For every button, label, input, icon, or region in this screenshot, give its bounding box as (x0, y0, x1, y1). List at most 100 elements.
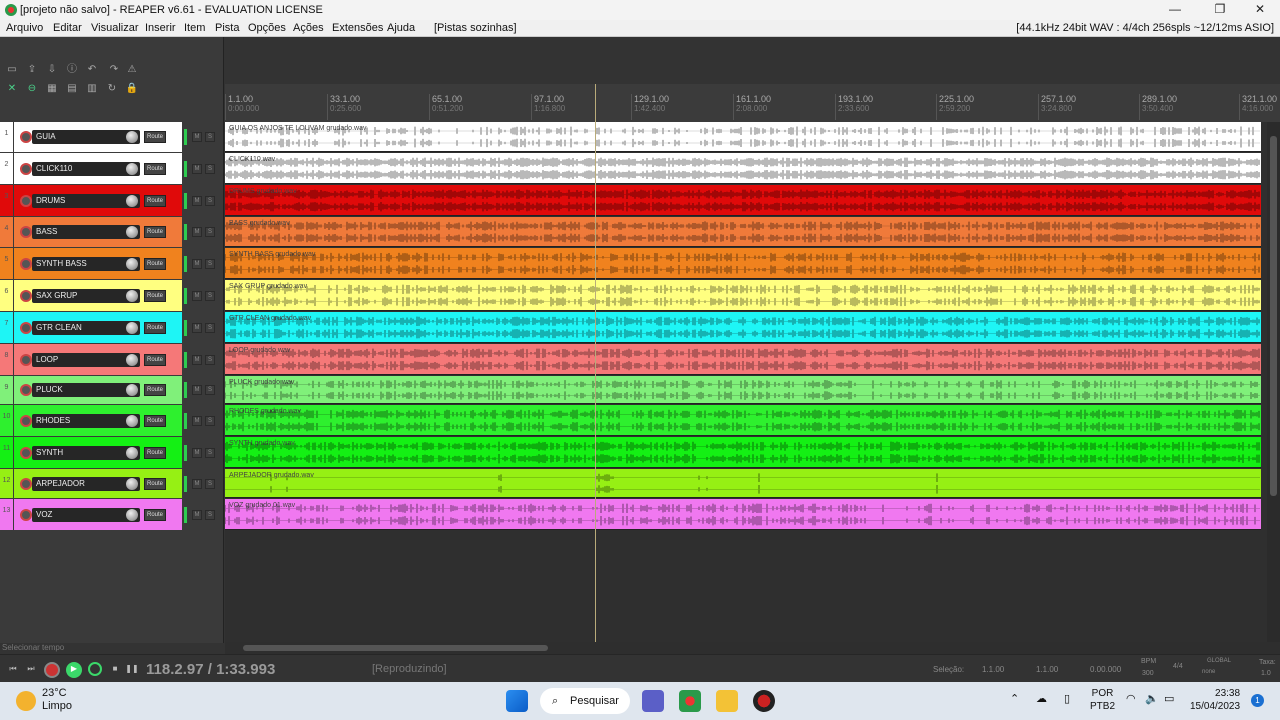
go-to-start-icon[interactable]: ⏮ (6, 662, 20, 676)
volume-knob[interactable] (126, 321, 138, 334)
solo-button[interactable]: S (205, 509, 215, 520)
lock-icon[interactable]: 🔒 (124, 82, 140, 96)
file-explorer-icon[interactable] (716, 690, 738, 712)
record-arm-button[interactable] (20, 226, 32, 238)
track-name[interactable]: PLUCK (32, 383, 140, 397)
ripple-edit-icon[interactable]: ✕ (4, 82, 20, 96)
route-button[interactable]: Route (144, 131, 166, 143)
menu-arquivo[interactable]: Arquivo (6, 22, 43, 34)
record-arm-button[interactable] (20, 353, 32, 366)
menu-ajuda[interactable]: Ajuda (387, 22, 415, 34)
mute-button[interactable]: M (192, 385, 202, 395)
volume-knob[interactable] (126, 289, 138, 302)
save-project-icon[interactable]: ⇩ (44, 63, 60, 77)
solo-button[interactable]: S (205, 478, 215, 489)
vertical-scrollbar[interactable] (1267, 122, 1280, 642)
route-button[interactable]: Route (144, 289, 166, 302)
record-arm-button[interactable] (20, 477, 32, 490)
track-name[interactable]: SYNTH BASS (32, 256, 140, 271)
mute-button[interactable]: M (192, 354, 202, 365)
track-panel[interactable]: RHODES Route (14, 405, 182, 436)
track-header[interactable]: 10 RHODES Route M S (0, 405, 224, 436)
track-panel[interactable]: GTR CLEAN Route (14, 312, 182, 343)
menu-inserir[interactable]: Inserir (145, 22, 176, 34)
close-button[interactable]: ✕ (1245, 2, 1275, 18)
volume-knob[interactable] (126, 414, 138, 427)
media-item[interactable]: SYNTH grudado.wav (225, 437, 1261, 468)
horizontal-scrollbar[interactable] (225, 642, 1280, 654)
volume-knob[interactable] (126, 162, 138, 175)
solo-button[interactable]: S (205, 322, 215, 333)
track-header[interactable]: 4 BASS Route M S (0, 217, 224, 247)
track-name[interactable]: VOZ (32, 507, 140, 522)
track-name[interactable]: BASS (32, 225, 140, 239)
selection-start[interactable]: 1.1.00 (982, 665, 1004, 674)
menu-acoes[interactable]: Ações (293, 22, 324, 34)
metronome-icon[interactable]: ⚠ (124, 63, 140, 77)
mute-button[interactable]: M (192, 322, 202, 333)
solo-button[interactable]: S (205, 415, 215, 426)
media-item[interactable]: GUIA OS ANJOS TE LOUVAM grudado.wav (225, 122, 1261, 152)
notification-badge[interactable]: 1 (1251, 694, 1264, 707)
snap-icon[interactable]: ▦ (44, 82, 60, 96)
track-name[interactable]: CLICK110 (32, 161, 140, 176)
track-header[interactable]: 12 ARPEJADOR Route M S (0, 469, 224, 498)
system-clock[interactable]: 23:38 15/04/2023 (1190, 687, 1240, 713)
ruler-mark[interactable]: 129.1.00 1:42.400 (631, 94, 669, 120)
solo-button[interactable]: S (205, 132, 215, 142)
record-arm-button[interactable] (20, 414, 32, 427)
wifi-icon[interactable]: ◠ (1126, 692, 1136, 705)
record-arm-button[interactable] (20, 508, 32, 521)
mute-button[interactable]: M (192, 258, 202, 269)
volume-knob[interactable] (126, 446, 138, 459)
media-item[interactable]: GTR CLEAN grudado.wav (225, 312, 1261, 343)
bpm-value[interactable]: 300 (1142, 670, 1154, 677)
record-arm-button[interactable] (20, 446, 32, 459)
battery-icon[interactable]: ▯ (1064, 692, 1070, 705)
route-button[interactable]: Route (144, 508, 166, 521)
media-item[interactable]: BASS grudado.wav (225, 217, 1261, 247)
ruler-mark[interactable]: 225.1.00 2:59.200 (936, 94, 974, 120)
mute-button[interactable]: M (192, 227, 202, 237)
media-item[interactable]: RHODES grudado.wav (225, 405, 1261, 436)
onedrive-cloud-icon[interactable]: ☁ (1036, 692, 1047, 705)
track-name[interactable]: SYNTH (32, 445, 140, 460)
media-item[interactable]: SYNTH BASS grudado.wav (225, 248, 1261, 279)
open-project-icon[interactable]: ⇪ (24, 63, 40, 77)
ruler-mark[interactable]: 321.1.00 4:16.000 (1239, 94, 1277, 120)
track-header[interactable]: 8 LOOP Route M S (0, 344, 224, 375)
grid-icon[interactable]: ▤ (64, 82, 80, 96)
route-button[interactable]: Route (144, 162, 166, 175)
weather-widget[interactable]: 23°C Limpo (42, 687, 72, 713)
ruler-mark[interactable]: 65.1.00 0:51.200 (429, 94, 463, 120)
route-button[interactable]: Route (144, 477, 166, 490)
solo-button[interactable]: S (205, 258, 215, 269)
media-item[interactable]: ARPEJADOR grudado.wav (225, 469, 1261, 498)
track-name[interactable]: DRUMS (32, 193, 140, 208)
solo-button[interactable]: S (205, 163, 215, 174)
volume-knob[interactable] (126, 131, 138, 143)
track-header[interactable]: 5 SYNTH BASS Route M S (0, 248, 224, 279)
track-panel[interactable]: VOZ Route (14, 499, 182, 530)
media-item[interactable]: PLUCK grudado.wav (225, 376, 1261, 404)
ruler-mark[interactable]: 193.1.00 2:33.600 (835, 94, 873, 120)
mute-button[interactable]: M (192, 415, 202, 426)
chevron-up-icon[interactable]: ⌃ (1010, 692, 1019, 705)
solo-button[interactable]: S (205, 354, 215, 365)
track-panel[interactable]: SAX GRUP Route (14, 280, 182, 311)
arrange-view[interactable]: GUIA OS ANJOS TE LOUVAM grudado.wav CLICK… (225, 122, 1267, 642)
track-header[interactable]: 9 PLUCK Route M S (0, 376, 224, 404)
record-arm-button[interactable] (20, 162, 32, 175)
play-button[interactable]: ▶ (66, 662, 82, 678)
selection-length[interactable]: 0.00.000 (1090, 665, 1121, 674)
track-panel[interactable]: PLUCK Route (14, 376, 182, 404)
track-panel[interactable]: DRUMS Route (14, 185, 182, 216)
mute-button[interactable]: M (192, 132, 202, 142)
audio-status[interactable]: [44.1kHz 24bit WAV : 4/4ch 256spls ~12/1… (1016, 22, 1274, 34)
teams-chat-icon[interactable] (642, 690, 664, 712)
route-button[interactable]: Route (144, 194, 166, 207)
menu-visualizar[interactable]: Visualizar (91, 22, 139, 34)
minimize-button[interactable]: — (1160, 2, 1190, 18)
volume-knob[interactable] (126, 194, 138, 207)
track-panel[interactable]: SYNTH BASS Route (14, 248, 182, 279)
